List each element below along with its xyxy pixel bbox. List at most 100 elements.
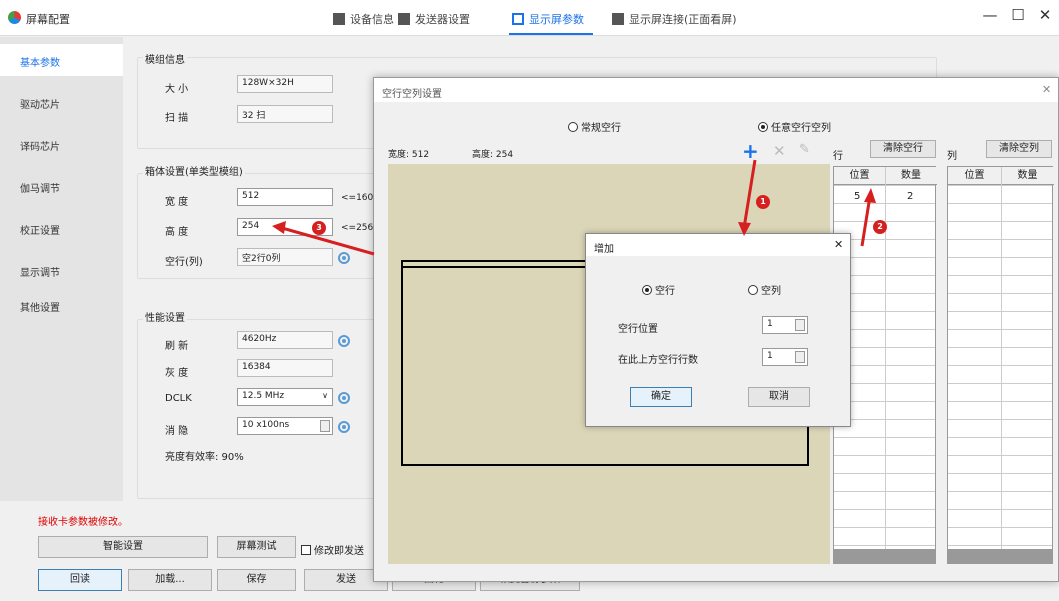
add-icon[interactable]: +: [742, 139, 759, 163]
spinner-icon[interactable]: [320, 420, 330, 432]
connection-icon: [612, 13, 624, 25]
load-button[interactable]: 加载...: [128, 569, 212, 591]
gray-field: 16384: [237, 359, 333, 377]
table-row-line: [948, 491, 1052, 492]
add-row-radio[interactable]: 空行: [642, 282, 675, 297]
table-row-line: [834, 455, 935, 456]
col-label: 列: [947, 151, 957, 162]
refresh-label: 刷 新: [165, 341, 189, 352]
table-row-line: [948, 455, 1052, 456]
table-row-line: [948, 221, 1052, 222]
table-row-line: [948, 401, 1052, 402]
maximize-button[interactable]: ☐: [1004, 6, 1032, 24]
row-table-footer: [834, 549, 935, 563]
row-table-cell-count[interactable]: 2: [907, 191, 913, 202]
scan-field: 32 扫: [237, 105, 333, 123]
canvas-width-label: 宽度: 512: [388, 150, 430, 160]
smart-settings-button[interactable]: 智能设置: [38, 536, 208, 558]
close-button[interactable]: ✕: [1031, 6, 1059, 24]
ok-button[interactable]: 确定: [630, 387, 692, 407]
table-row-line: [948, 347, 1052, 348]
tab-display-params[interactable]: 显示屏参数: [512, 11, 584, 27]
brightness-efficiency: 亮度有效率: 90%: [165, 452, 244, 463]
sidebar-item-gamma[interactable]: 伽马调节: [20, 180, 60, 195]
height-hint: <=256: [341, 223, 374, 233]
tab-display-connection[interactable]: 显示屏连接(正面看屏): [612, 11, 737, 27]
table-row-line: [834, 203, 935, 204]
dclk-label: DCLK: [165, 393, 192, 404]
add-col-radio[interactable]: 空列: [748, 282, 781, 297]
edit-icon[interactable]: ✎: [799, 142, 810, 157]
blank-settings-gear-icon[interactable]: [338, 252, 350, 264]
table-row-line: [948, 545, 1052, 546]
width-label: 宽 度: [165, 197, 189, 208]
sidebar-item-display-adjust[interactable]: 显示调节: [20, 264, 60, 279]
add-dialog-titlebar: [586, 234, 850, 256]
sidebar-item-decoder-chip[interactable]: 译码芯片: [20, 138, 60, 153]
col-table[interactable]: 位置 数量: [947, 166, 1054, 564]
table-row-line: [948, 257, 1052, 258]
row-count-stepper[interactable]: 1: [762, 348, 808, 366]
clear-cols-button[interactable]: 清除空列: [986, 140, 1052, 158]
scan-label: 扫 描: [165, 113, 189, 124]
table-row-line: [834, 473, 935, 474]
tab-device-info[interactable]: 设备信息: [333, 11, 394, 27]
send-on-change-checkbox[interactable]: 修改即发送: [301, 542, 364, 557]
table-row-line: [948, 239, 1052, 240]
cabinet-group-title: 箱体设置(单类型模组): [143, 163, 245, 178]
canvas-height-label: 高度: 254: [472, 150, 514, 160]
radio-circle: [748, 284, 758, 295]
sidebar-item-driver-chip[interactable]: 驱动芯片: [20, 96, 60, 111]
table-row-line: [948, 383, 1052, 384]
width-input[interactable]: 512: [237, 188, 333, 206]
blank-dialog-title: 空行空列设置: [382, 89, 442, 100]
blanking-gear-icon[interactable]: [338, 421, 350, 433]
table-row-line: [948, 419, 1052, 420]
refresh-gear-icon[interactable]: [338, 335, 350, 347]
sidebar-selection: [0, 44, 123, 76]
tab-sender-settings[interactable]: 发送器设置: [398, 11, 470, 27]
dclk-gear-icon[interactable]: [338, 392, 350, 404]
save-button[interactable]: 保存: [217, 569, 296, 591]
read-back-button[interactable]: 回读: [38, 569, 122, 591]
annotation-badge-1: 1: [756, 195, 770, 209]
chevron-down-icon: ∨: [322, 391, 328, 400]
mode-normal-radio[interactable]: 常规空行: [568, 119, 621, 134]
spinner-icon[interactable]: [795, 319, 805, 331]
table-row-line: [948, 185, 1052, 186]
app-logo-icon: [8, 11, 21, 24]
delete-icon[interactable]: ✕: [773, 142, 786, 160]
screen-test-button[interactable]: 屏幕测试: [217, 536, 296, 558]
add-dialog-title: 增加: [594, 244, 614, 255]
minimize-button[interactable]: —: [976, 6, 1004, 24]
cancel-button[interactable]: 取消: [748, 387, 810, 407]
sidebar-item-basic[interactable]: 基本参数: [20, 54, 60, 69]
blank-dialog-close-icon[interactable]: ✕: [1042, 83, 1051, 96]
dclk-select[interactable]: 12.5 MHz ∨: [237, 388, 333, 406]
table-row-line: [948, 311, 1052, 312]
table-row-line: [948, 509, 1052, 510]
blanking-label: 消 隐: [165, 426, 189, 437]
checkbox-box: [301, 544, 311, 555]
sidebar-item-calibration[interactable]: 校正设置: [20, 222, 60, 237]
table-row-line: [948, 527, 1052, 528]
table-row-line: [948, 473, 1052, 474]
app-title: 屏幕配置: [26, 13, 70, 26]
blank-dialog-titlebar: [374, 78, 1058, 102]
spinner-icon[interactable]: [795, 351, 805, 363]
display-icon: [512, 13, 524, 25]
active-tab-indicator: [509, 33, 593, 35]
blank-rows-label: 空行(列): [165, 257, 203, 268]
table-row-line: [948, 437, 1052, 438]
table-row-line: [948, 365, 1052, 366]
clear-rows-button[interactable]: 清除空行: [870, 140, 936, 158]
mode-any-radio[interactable]: 任意空行空列: [758, 119, 831, 134]
add-dialog-close-icon[interactable]: ✕: [834, 238, 843, 251]
sidebar-item-other[interactable]: 其他设置: [20, 299, 60, 314]
row-table-cell-pos[interactable]: 5: [854, 191, 860, 202]
row-label: 行: [833, 151, 843, 162]
row-position-stepper[interactable]: 1: [762, 316, 808, 334]
radio-circle: [758, 121, 768, 132]
blanking-stepper[interactable]: 10 x100ns: [237, 417, 333, 435]
sender-icon: [398, 13, 410, 25]
